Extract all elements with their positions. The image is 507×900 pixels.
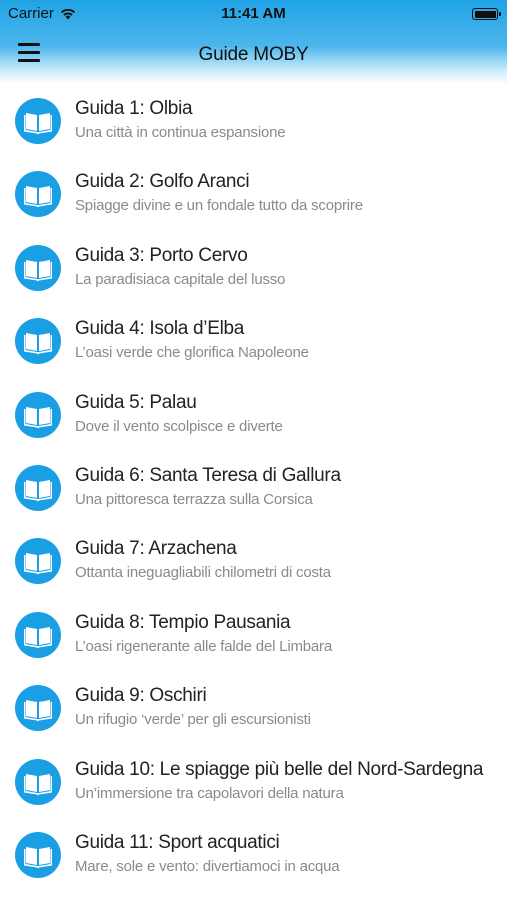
- navigation-bar: Guide MOBY: [0, 28, 507, 82]
- status-time: 11:41 AM: [221, 5, 286, 22]
- book-icon: [15, 391, 61, 438]
- book-icon: [15, 244, 61, 291]
- guide-subtitle: Dove il vento scolpisce e diverte: [75, 417, 283, 435]
- guide-subtitle: Una città in continua espansione: [75, 124, 286, 141]
- guide-subtitle: Un’immersione tra capolavori della natur…: [75, 784, 344, 802]
- guide-list-item[interactable]: Guida 10: Le spiagge più belle del Nord-…: [0, 745, 507, 818]
- guide-list-item[interactable]: Guida 6: Santa Teresa di Gallura Una pit…: [0, 451, 507, 524]
- book-icon: [15, 464, 61, 511]
- guide-list-item[interactable]: Guida 1: Olbia Una città in continua esp…: [0, 84, 507, 157]
- book-icon: [15, 318, 61, 365]
- guide-list-item[interactable]: Guida 2: Golfo Aranci Spiagge divine e u…: [0, 157, 507, 230]
- guide-subtitle: Ottanta ineguagliabili chilometri di cos…: [75, 564, 331, 582]
- guide-list: Guida 1: Olbia Una città in continua esp…: [0, 84, 507, 891]
- guide-title: Guida 4: Isola d’Elba: [75, 318, 245, 340]
- guide-title: Guida 9: Oschiri: [75, 685, 207, 707]
- guide-title: Guida 2: Golfo Aranci: [75, 171, 250, 193]
- battery-icon: [472, 8, 501, 20]
- guide-title: Guida 3: Porto Cervo: [75, 244, 248, 266]
- guide-subtitle: L’oasi rigenerante alle falde del Limbar…: [75, 637, 332, 655]
- guide-list-item[interactable]: Guida 7: Arzachena Ottanta ineguagliabil…: [0, 524, 507, 597]
- guide-list-item[interactable]: Guida 3: Porto Cervo La paradisiaca capi…: [0, 231, 507, 304]
- book-icon: [15, 538, 61, 585]
- book-icon: [15, 171, 61, 218]
- guide-subtitle: Un rifugio ‘verde’ per gli escursionisti: [75, 711, 311, 729]
- guide-title: Guida 8: Tempio Pausania: [75, 611, 291, 633]
- guide-list-item[interactable]: Guida 8: Tempio Pausania L’oasi rigenera…: [0, 598, 507, 671]
- guide-subtitle: La paradisiaca capitale del lusso: [75, 270, 286, 288]
- guide-title: Guida 10: Le spiagge più belle del Nord-…: [75, 758, 484, 780]
- guide-list-item[interactable]: Guida 5: Palau Dove il vento scolpisce e…: [0, 378, 507, 451]
- page-title: Guide MOBY: [198, 44, 309, 65]
- guide-list-item[interactable]: Guida 11: Sport acquatici Mare, sole e v…: [0, 818, 507, 891]
- book-icon: [15, 685, 61, 732]
- guide-subtitle: Mare, sole e vento: divertiamoci in acqu…: [75, 857, 340, 875]
- guide-list-item[interactable]: Guida 4: Isola d’Elba L’oasi verde che g…: [0, 304, 507, 377]
- guide-subtitle: Una pittoresca terrazza sulla Corsica: [75, 490, 313, 508]
- guide-subtitle: Spiagge divine e un fondale tutto da sco…: [75, 197, 363, 215]
- guide-title: Guida 11: Sport acquatici: [75, 831, 280, 853]
- book-icon: [15, 758, 61, 805]
- guide-title: Guida 5: Palau: [75, 391, 197, 413]
- guide-subtitle: L’oasi verde che glorifica Napoleone: [75, 344, 309, 362]
- guide-title: Guida 7: Arzachena: [75, 538, 237, 560]
- guide-title: Guida 6: Santa Teresa di Gallura: [75, 464, 341, 486]
- guide-list-item[interactable]: Guida 9: Oschiri Un rifugio ‘verde’ per …: [0, 671, 507, 744]
- book-icon: [15, 98, 61, 144]
- book-icon: [15, 831, 61, 878]
- book-icon: [15, 611, 61, 658]
- guide-title: Guida 1: Olbia: [75, 98, 193, 119]
- status-bar: Carrier 11:41 AM: [0, 0, 507, 28]
